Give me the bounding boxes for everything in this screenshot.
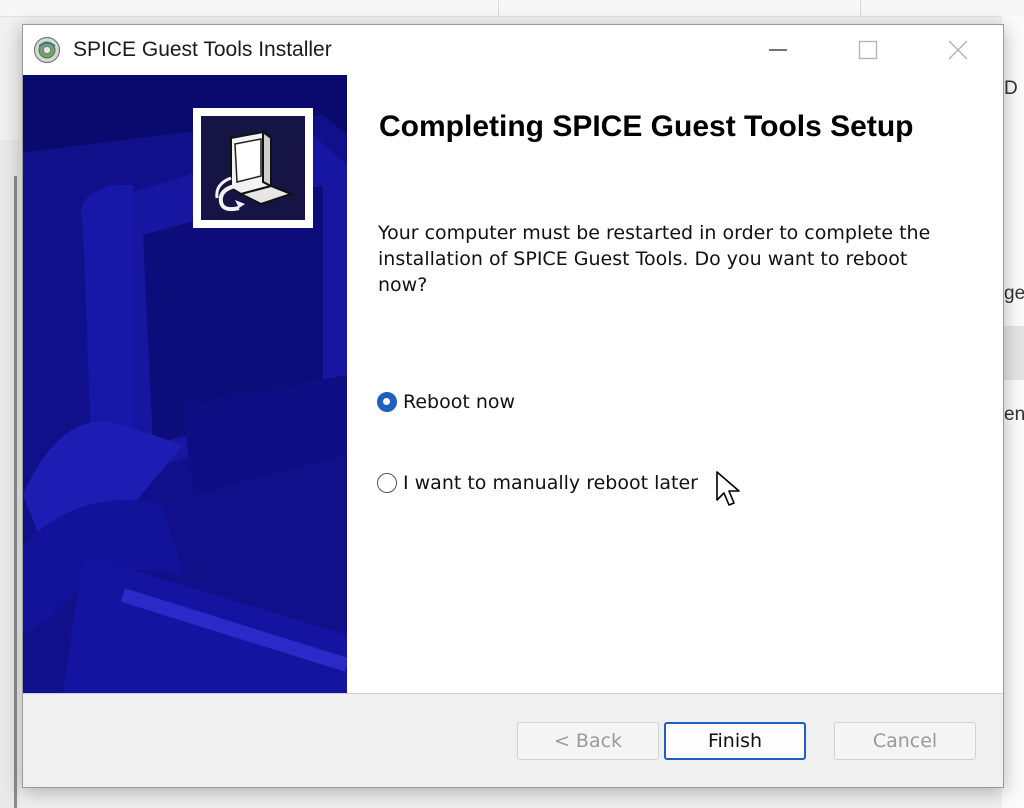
background-left-panel bbox=[0, 140, 20, 808]
title-bar[interactable]: SPICE Guest Tools Installer bbox=[23, 25, 1003, 75]
background-text: ent bbox=[1004, 404, 1024, 425]
window-title: SPICE Guest Tools Installer bbox=[73, 38, 332, 61]
radio-reboot-now[interactable]: Reboot now bbox=[377, 391, 515, 413]
installer-disc-icon bbox=[33, 36, 61, 64]
radio-reboot-later[interactable]: I want to manually reboot later bbox=[377, 472, 698, 494]
background-highlight bbox=[1004, 326, 1024, 380]
close-icon bbox=[948, 40, 968, 60]
toolbar-separator bbox=[860, 0, 861, 16]
wizard-side-banner bbox=[23, 75, 347, 693]
wizard-main-panel: Completing SPICE Guest Tools Setup Your … bbox=[347, 75, 1003, 693]
wizard-content: Completing SPICE Guest Tools Setup Your … bbox=[23, 75, 1003, 693]
setup-logo bbox=[193, 108, 313, 228]
back-button[interactable]: < Back bbox=[517, 722, 659, 760]
radio-button-selected[interactable] bbox=[377, 392, 397, 412]
cancel-button[interactable]: Cancel bbox=[834, 722, 976, 760]
mouse-pointer-icon bbox=[716, 471, 740, 506]
installer-dialog: SPICE Guest Tools Installer Completing S… bbox=[22, 24, 1004, 788]
background-toolbar bbox=[0, 0, 1024, 17]
background-text: D bbox=[1004, 78, 1018, 99]
finish-button[interactable]: Finish bbox=[664, 722, 806, 760]
minimize-button[interactable] bbox=[733, 25, 823, 75]
maximize-button[interactable] bbox=[823, 25, 913, 75]
reboot-message: Your computer must be restarted in order… bbox=[378, 222, 931, 296]
radio-label[interactable]: Reboot now bbox=[403, 391, 515, 413]
computer-install-icon bbox=[215, 130, 294, 212]
button-bar: < Back Finish Cancel bbox=[23, 694, 1003, 787]
page-title: Completing SPICE Guest Tools Setup bbox=[379, 110, 914, 143]
toolbar-separator bbox=[498, 0, 499, 16]
maximize-icon bbox=[858, 40, 878, 60]
background-text: ge bbox=[1004, 283, 1024, 304]
close-button[interactable] bbox=[913, 25, 1003, 75]
background-scrollbar bbox=[14, 176, 17, 808]
logo-background bbox=[201, 116, 305, 220]
radio-button[interactable] bbox=[377, 473, 397, 493]
minimize-icon bbox=[769, 49, 787, 51]
radio-label[interactable]: I want to manually reboot later bbox=[403, 472, 698, 494]
